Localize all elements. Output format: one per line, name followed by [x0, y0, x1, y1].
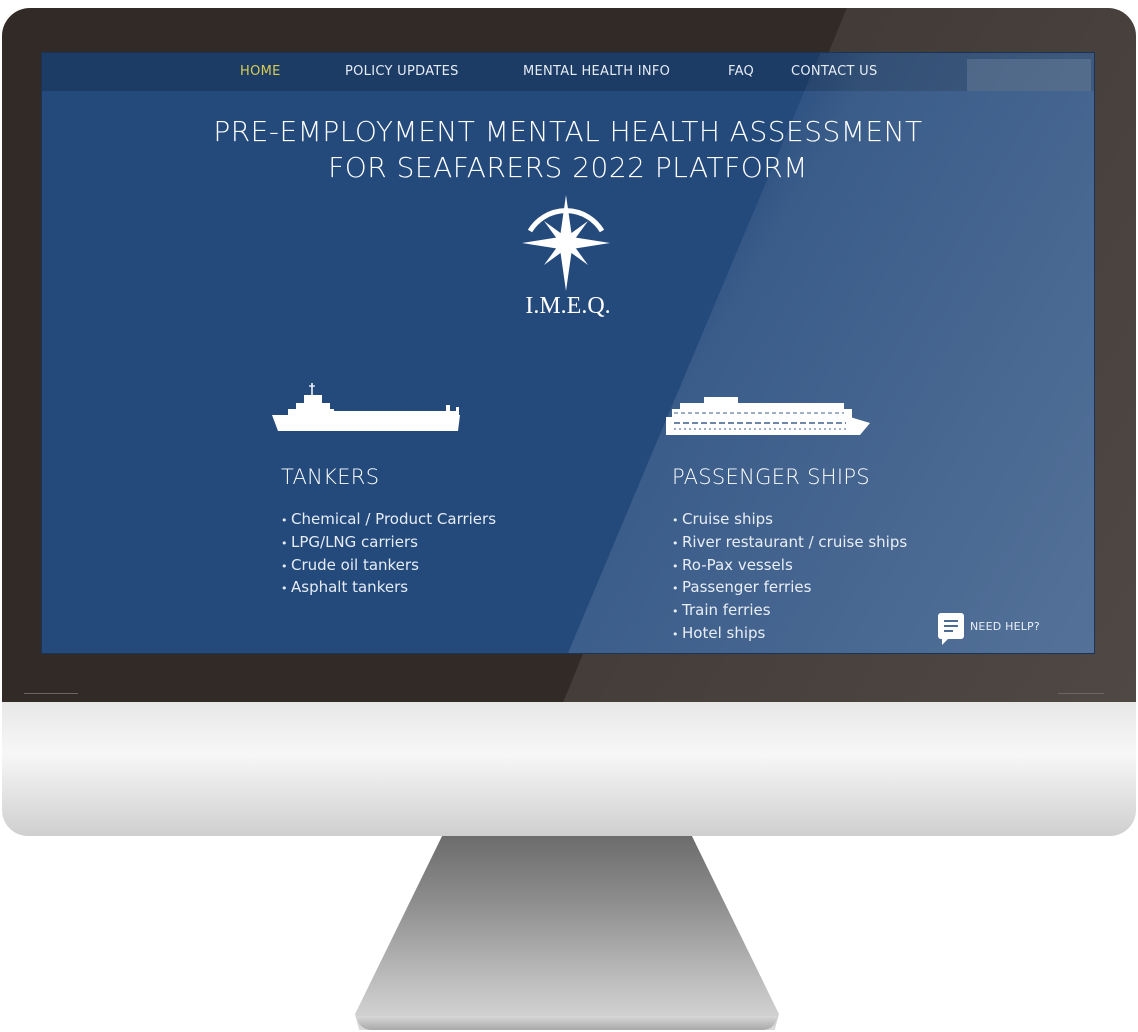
list-item: LPG/LNG carriers: [281, 532, 496, 555]
nav-contact-us[interactable]: CONTACT US: [791, 64, 878, 79]
nav-faq[interactable]: FAQ: [728, 64, 754, 79]
website-screen: HOME POLICY UPDATES MENTAL HEALTH INFO F…: [41, 52, 1095, 654]
tanker-ship-icon: [272, 383, 460, 431]
list-item: Chemical / Product Carriers: [281, 509, 496, 532]
list-item: Asphalt tankers: [281, 577, 496, 600]
logo-text: I.M.E.Q.: [525, 293, 611, 319]
monitor-stand-base: [357, 1016, 777, 1030]
nav-extra-box: [967, 59, 1091, 91]
tankers-list: Chemical / Product Carriers LPG/LNG carr…: [281, 509, 496, 600]
monitor-stand: [355, 832, 779, 1030]
nav-mental-health-info[interactable]: MENTAL HEALTH INFO: [523, 64, 670, 79]
list-item: Ro-Pax vessels: [672, 555, 907, 578]
list-item: Train ferries: [672, 600, 907, 623]
chat-icon: [938, 613, 964, 645]
bezel-edge-right: [1058, 693, 1104, 694]
list-item: Crude oil tankers: [281, 555, 496, 578]
nav-home[interactable]: HOME: [240, 64, 281, 79]
nav-policy-updates[interactable]: POLICY UPDATES: [345, 64, 459, 79]
list-item: River restaurant / cruise ships: [672, 532, 907, 555]
passenger-ships-title: PASSENGER SHIPS: [672, 465, 870, 489]
page-title-line-2: FOR SEAFARERS 2022 PLATFORM: [328, 151, 808, 184]
list-item: Cruise ships: [672, 509, 907, 532]
bezel-edge-left: [24, 693, 78, 694]
need-help-label: NEED HELP?: [970, 619, 1040, 633]
page-title-line-1: PRE-EMPLOYMENT MENTAL HEALTH ASSESSMENT: [213, 115, 923, 148]
need-help-button[interactable]: NEED HELP?: [938, 613, 1040, 645]
monitor-chin: [2, 700, 1136, 836]
compass-rose-icon: [522, 195, 610, 291]
cruise-ship-icon: [666, 397, 870, 435]
tankers-title: TANKERS: [281, 465, 380, 489]
list-item: Hotel ships: [672, 623, 907, 646]
passenger-ships-list: Cruise ships River restaurant / cruise s…: [672, 509, 907, 646]
nav-bar: HOME POLICY UPDATES MENTAL HEALTH INFO F…: [42, 53, 1094, 91]
list-item: Passenger ferries: [672, 577, 907, 600]
